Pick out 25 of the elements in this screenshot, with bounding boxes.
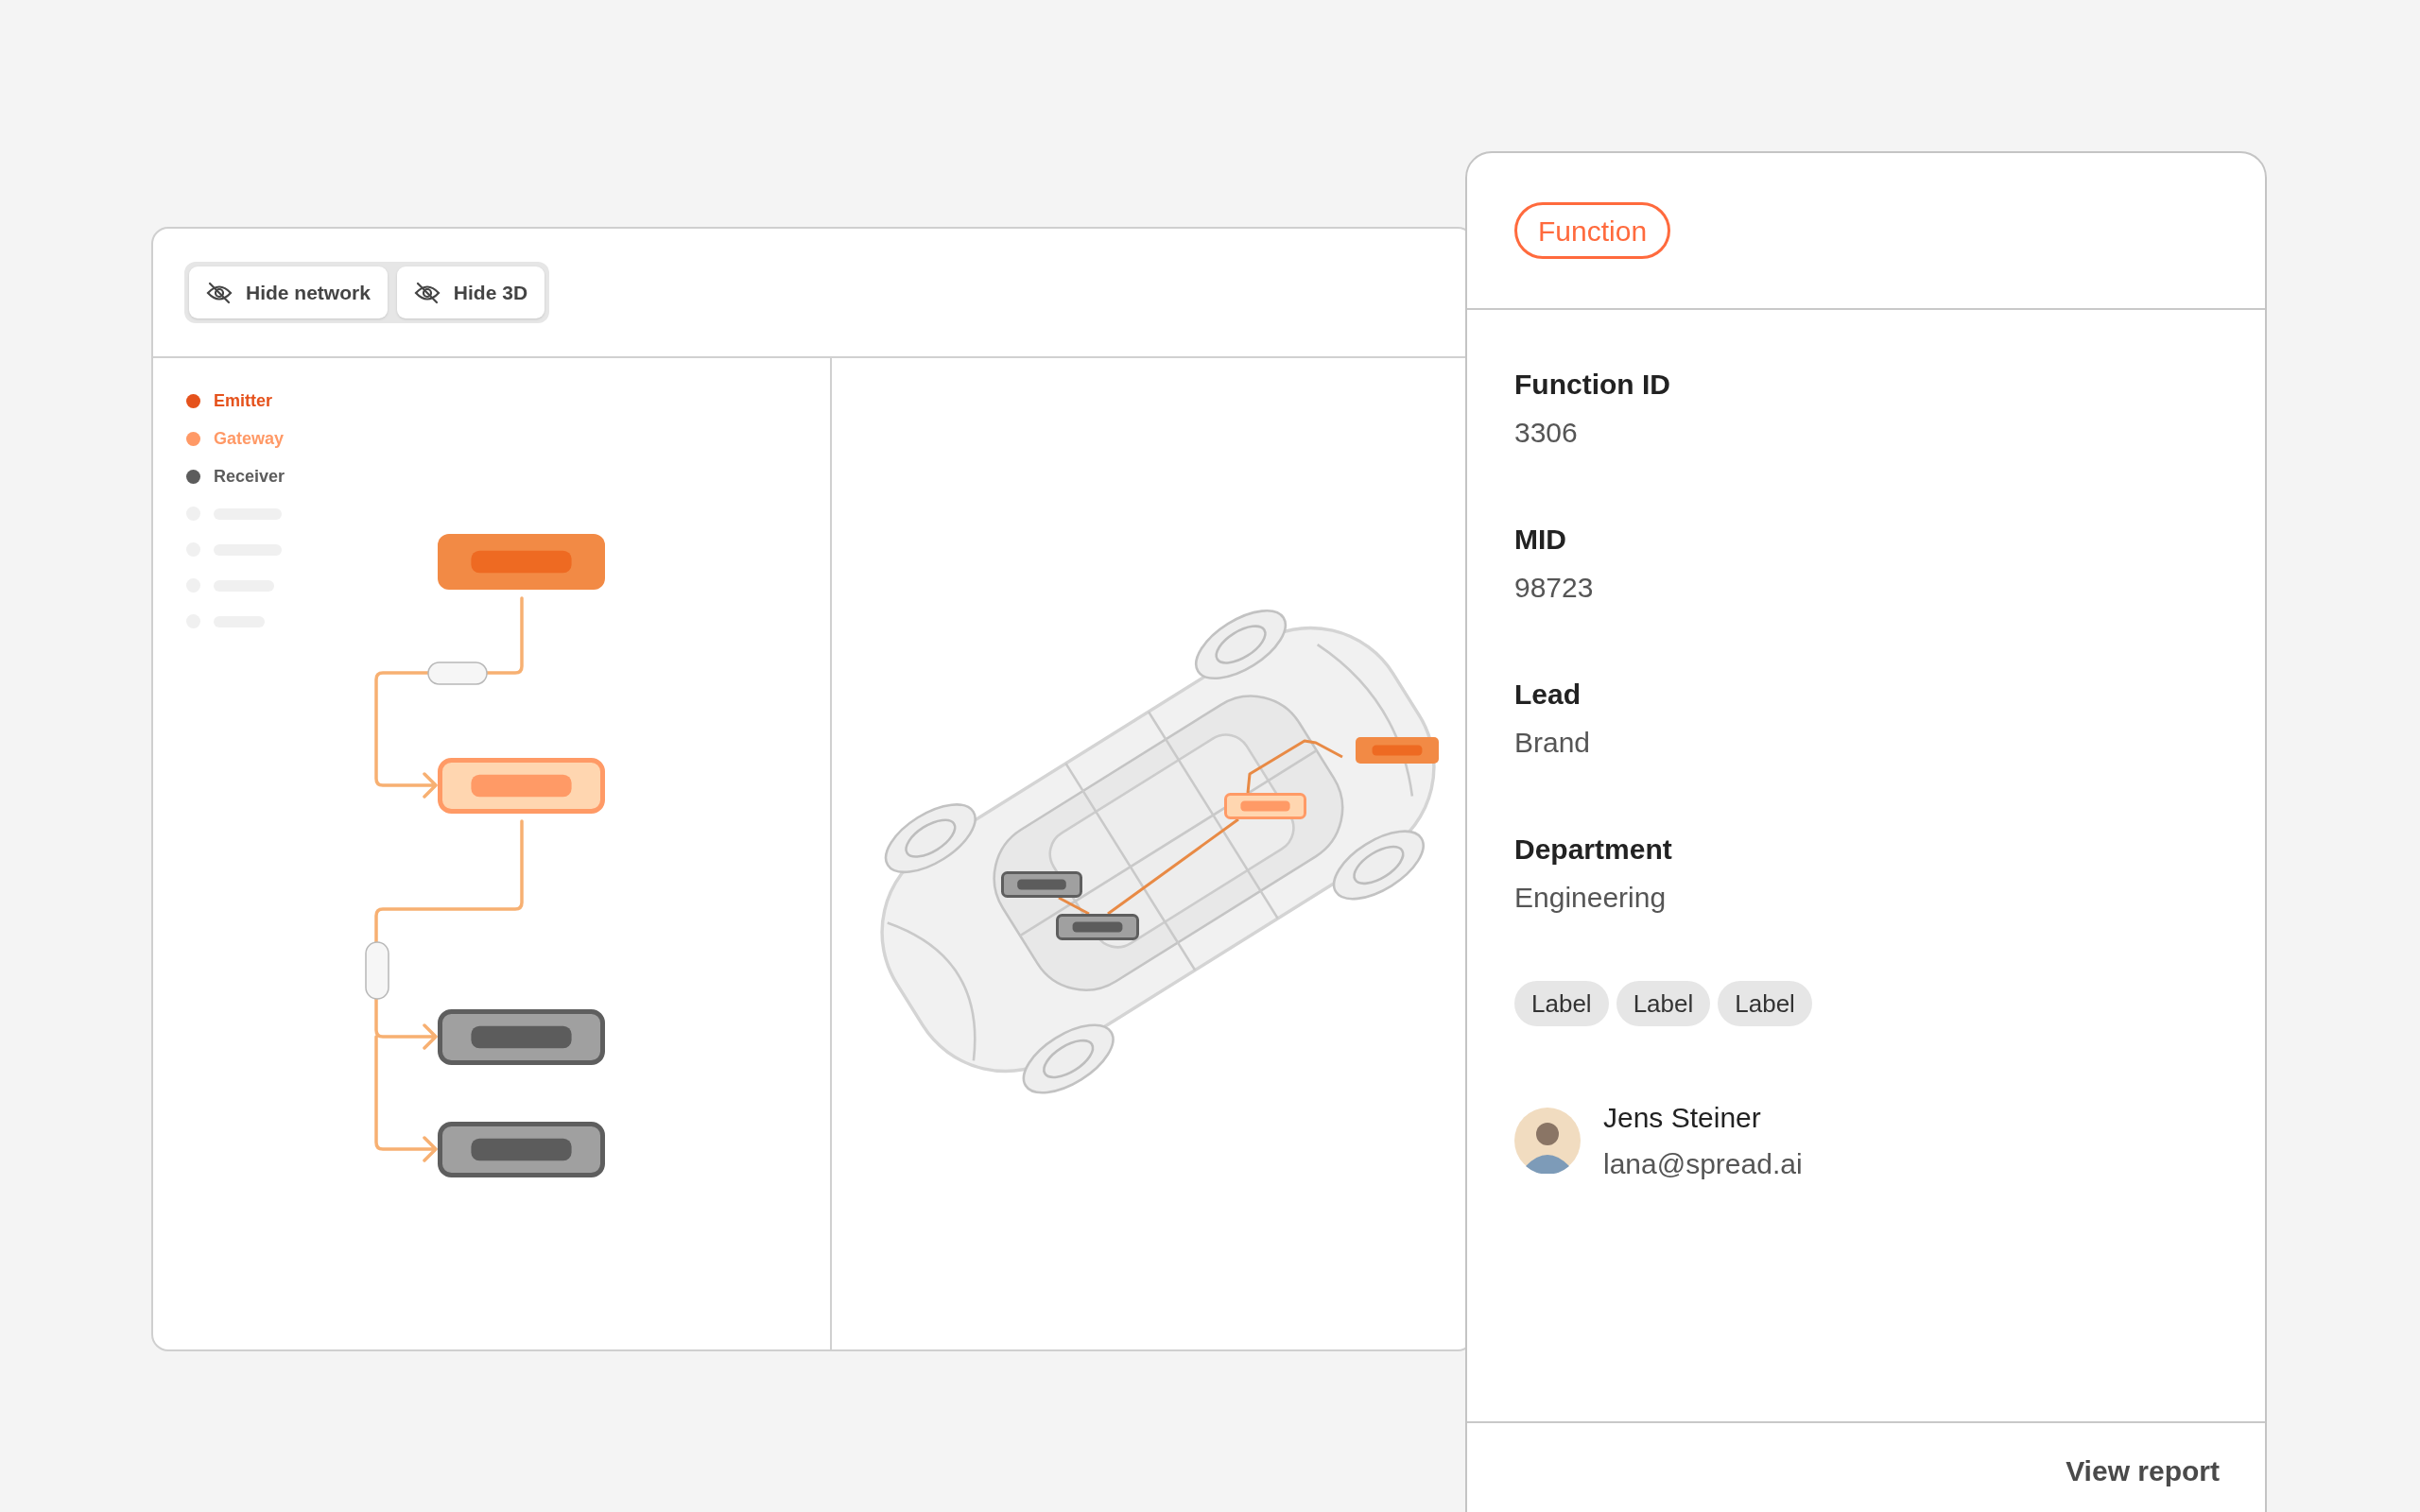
toggle-button[interactable]: Hide 3D	[396, 266, 545, 318]
avatar-icon	[1514, 1108, 1581, 1174]
field-label: MID	[1514, 523, 1567, 557]
field-label: Department	[1514, 833, 1673, 867]
field-value: 98723	[1514, 571, 1595, 605]
label-chip: Label	[1514, 981, 1609, 1026]
view-report-link[interactable]: View report	[2066, 1450, 2220, 1492]
field-value: Engineering	[1514, 881, 1668, 915]
toggle-button[interactable]: Hide network	[189, 266, 388, 318]
field-label: Lead	[1514, 678, 1582, 712]
eye-off-icon	[413, 281, 441, 304]
type-badge: Function	[1514, 202, 1671, 259]
label-chip: Label	[1718, 981, 1812, 1026]
person-name: Jens Steiner	[1603, 1101, 1762, 1135]
junction-pill	[365, 941, 389, 1000]
field-value: Brand	[1514, 726, 1592, 760]
eye-off-icon	[206, 281, 233, 304]
field-label: Function ID	[1514, 368, 1671, 402]
legend-label: Gateway	[214, 428, 285, 450]
junction-pill	[427, 662, 488, 685]
legend-label: Emitter	[214, 390, 272, 412]
person-email: lana@spread.ai	[1603, 1147, 1803, 1181]
legend-label: Receiver	[214, 466, 285, 488]
field-value: 3306	[1514, 416, 1579, 450]
label-chip: Label	[1616, 981, 1711, 1026]
